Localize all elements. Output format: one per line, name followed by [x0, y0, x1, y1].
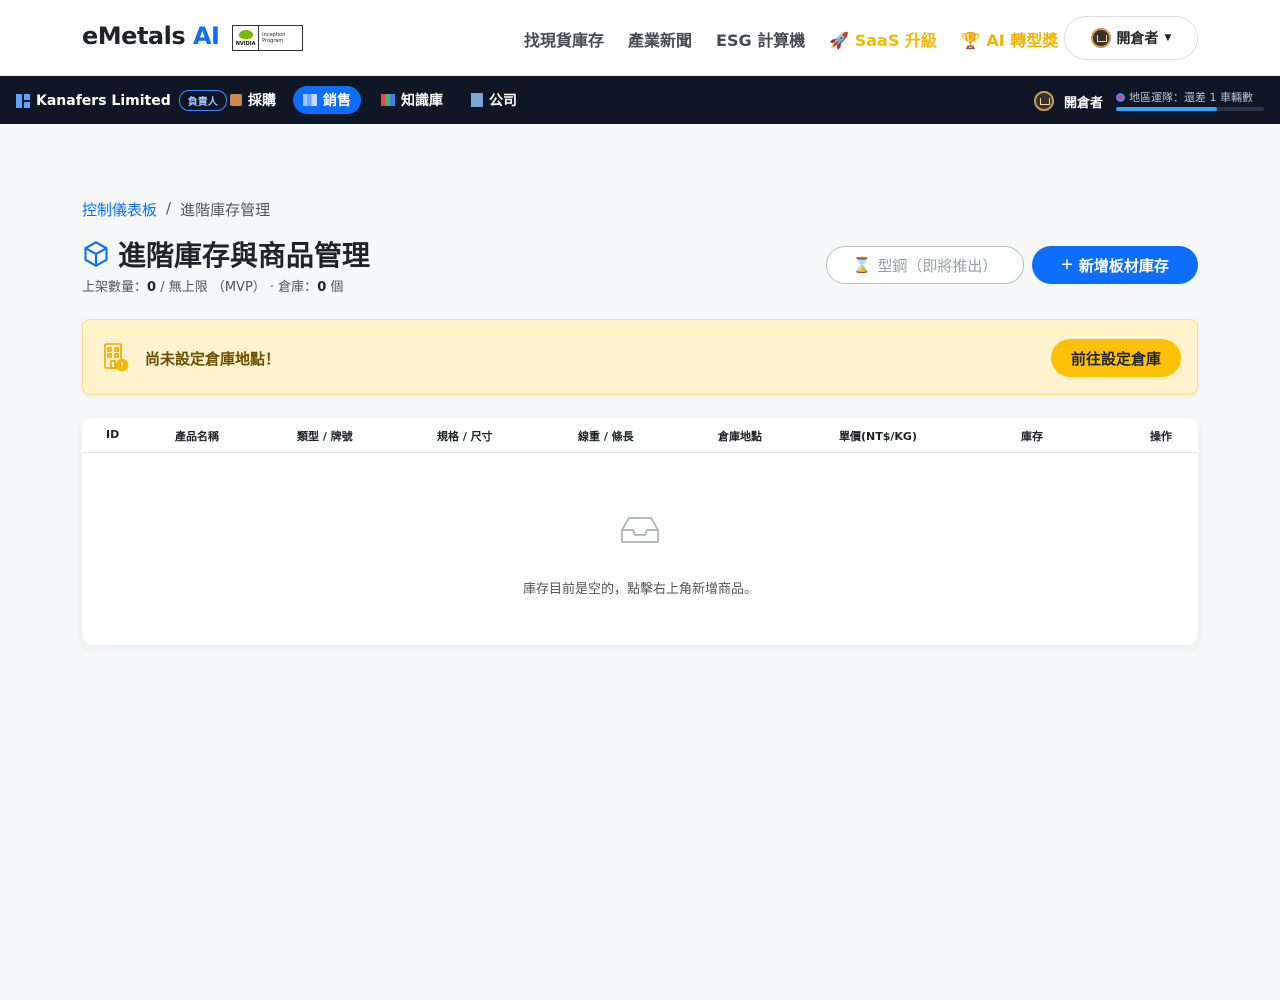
subnav-company-label: 公司	[489, 93, 517, 109]
column-header[interactable]: ID	[106, 428, 119, 441]
building-warning-icon	[104, 343, 129, 372]
column-header: 操作	[1150, 430, 1172, 443]
plus-icon: +	[1061, 254, 1073, 276]
stats-suffix: 個	[326, 280, 344, 295]
stats-middle: / 無上限 （MVP） · 倉庫：	[156, 280, 318, 295]
warehouse-warning-alert: 尚未設定倉庫地點！ 前往設定倉庫	[82, 319, 1198, 395]
nvidia-logo: NVIDIA	[233, 26, 260, 50]
nvidia-inception-badge: NVIDIA Inception Program	[232, 25, 303, 51]
nvidia-eye-icon	[238, 29, 253, 39]
breadcrumb-separator: /	[166, 199, 172, 217]
breadcrumb: 控制儀表板 / 進階庫存管理	[82, 199, 270, 220]
user-menu-button[interactable]: 開倉者 ▼	[1064, 16, 1198, 60]
target-icon	[1116, 92, 1125, 102]
nav-saas-upgrade[interactable]: 🚀 SaaS 升級	[829, 27, 937, 51]
company-switcher[interactable]: Kanafers Limited 負責人	[16, 90, 227, 111]
sub-nav: Kanafers Limited 負責人 採購 銷售 知識庫 公司 開倉者 地區…	[0, 76, 1280, 124]
top-header: eMetals AI NVIDIA Inception Program 找現貨庫…	[0, 0, 1280, 76]
steel-section-label: 型鋼（即將推出）	[877, 257, 998, 275]
nvidia-wordmark: NVIDIA	[235, 40, 256, 47]
region-progress-text: 地區運隊：還差 1 車輛數	[1129, 91, 1253, 104]
column-header[interactable]: 規格 / 尺寸	[437, 428, 493, 444]
nav-industry-news[interactable]: 產業新聞	[628, 27, 692, 51]
subnav-purchase-label: 採購	[248, 93, 276, 109]
subnav-purchase[interactable]: 採購	[220, 86, 286, 114]
go-setup-warehouse-button[interactable]: 前往設定倉庫	[1051, 339, 1181, 377]
subnav-knowledge-label: 知識庫	[401, 93, 443, 109]
avatar	[1034, 91, 1054, 111]
nav-esg-calculator[interactable]: ESG 計算機	[716, 27, 805, 51]
subnav-knowledge[interactable]: 知識庫	[371, 86, 453, 114]
column-header[interactable]: 產品名稱	[175, 428, 219, 444]
add-plate-stock-label: 新增板材庫存	[1078, 257, 1169, 275]
avatar	[1090, 28, 1111, 48]
factory-icon	[303, 94, 317, 106]
chevron-down-icon: ▼	[1164, 33, 1172, 43]
nav-spot-stock[interactable]: 找現貨庫存	[524, 27, 604, 51]
brand-name: eMetals	[82, 22, 186, 50]
listing-stats: 上架數量：0 / 無上限 （MVP） · 倉庫：0 個	[82, 276, 343, 295]
stats-prefix: 上架數量：	[82, 280, 148, 295]
rocket-icon: 🚀	[829, 31, 850, 50]
region-progress: 地區運隊：還差 1 車輛數	[1116, 89, 1264, 111]
user-name: 開倉者	[1116, 31, 1159, 47]
column-header[interactable]: 類型 / 牌號	[297, 428, 353, 444]
hourglass-icon: ⌛	[852, 257, 872, 274]
column-header[interactable]: 單價(NT$/KG)	[839, 428, 917, 444]
add-plate-stock-button[interactable]: + 新增板材庫存	[1032, 246, 1198, 284]
trophy-icon: 🏆	[960, 31, 981, 50]
box-icon	[230, 94, 242, 106]
breadcrumb-current: 進階庫存管理	[180, 201, 271, 219]
nav-saas-label: SaaS 升級	[854, 31, 937, 50]
brand-logo[interactable]: eMetals AI	[82, 22, 220, 50]
region-progress-bar	[1116, 107, 1264, 111]
company-name: Kanafers Limited	[36, 92, 171, 109]
column-header[interactable]: 線重 / 條長	[578, 428, 634, 444]
alert-message: 尚未設定倉庫地點！	[145, 350, 281, 368]
steel-section-button[interactable]: ⌛ 型鋼（即將推出）	[826, 246, 1024, 284]
subnav-company[interactable]: 公司	[461, 86, 527, 114]
nvidia-program-text: Inception Program	[262, 32, 286, 44]
inbox-icon	[621, 517, 659, 543]
stats-warehouse-count: 0	[317, 280, 327, 295]
page-title: 進階庫存與商品管理	[82, 234, 370, 274]
subnav-user-name: 開倉者	[1064, 95, 1104, 111]
subnav-sales-label: 銷售	[323, 93, 351, 109]
cube-icon	[84, 241, 108, 267]
stats-listing-count: 0	[147, 280, 157, 295]
books-icon	[381, 94, 395, 106]
subnav-sales[interactable]: 銷售	[293, 86, 361, 114]
dashboard-grid-icon	[16, 93, 30, 108]
column-header[interactable]: 庫存	[1021, 428, 1043, 444]
empty-state-message: 庫存目前是空的，點擊右上角新增商品。	[522, 582, 757, 597]
page-title-text: 進階庫存與商品管理	[118, 239, 371, 272]
column-header[interactable]: 倉庫地點	[718, 428, 762, 444]
table-header: ID 產品名稱 類型 / 牌號 規格 / 尺寸 線重 / 條長 倉庫地點 單價(…	[82, 418, 1198, 453]
top-nav: 找現貨庫存 產業新聞 ESG 計算機 🚀 SaaS 升級 🏆 AI 轉型獎	[524, 27, 1058, 51]
office-building-icon	[471, 93, 483, 107]
inventory-table: ID 產品名稱 類型 / 牌號 規格 / 尺寸 線重 / 條長 倉庫地點 單價(…	[82, 418, 1198, 645]
region-progress-fill	[1116, 107, 1217, 111]
subnav-user[interactable]: 開倉者	[1034, 91, 1103, 111]
breadcrumb-dashboard-link[interactable]: 控制儀表板	[82, 199, 157, 220]
nav-award-label: AI 轉型獎	[986, 31, 1059, 50]
nav-ai-award[interactable]: 🏆 AI 轉型獎	[961, 27, 1058, 51]
brand-ai: AI	[192, 22, 220, 50]
